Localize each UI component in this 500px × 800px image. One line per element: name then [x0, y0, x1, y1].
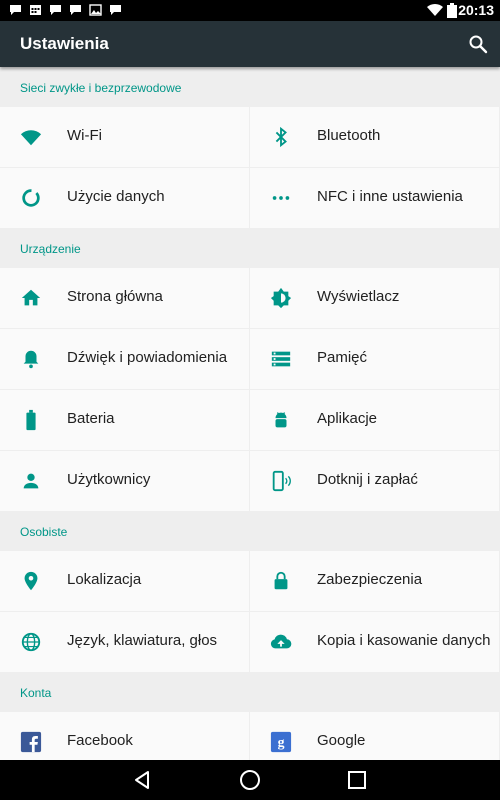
setting-apps[interactable]: Aplikacje: [250, 390, 499, 450]
setting-label: NFC i inne ustawienia: [317, 188, 463, 205]
chat-icon: [70, 5, 81, 15]
search-icon[interactable]: [468, 34, 488, 54]
user-icon: [23, 473, 39, 489]
chat-icon: [110, 5, 121, 15]
back-icon[interactable]: [131, 769, 153, 791]
setting-label: Strona główna: [67, 288, 163, 305]
setting-location[interactable]: Lokalizacja: [0, 551, 249, 611]
svg-text:g: g: [278, 735, 285, 750]
account-google[interactable]: g Google: [250, 712, 499, 760]
setting-label: Dźwięk i powiadomienia: [67, 349, 228, 366]
setting-home[interactable]: Strona główna: [0, 268, 249, 328]
section-title: Osobiste: [20, 525, 68, 539]
setting-sound[interactable]: Dźwięk i powiadomienia: [0, 329, 249, 389]
wifi-signal-icon: [427, 3, 443, 16]
setting-users[interactable]: Użytkownicy: [0, 451, 249, 511]
section-title: Urządzenie: [20, 242, 81, 256]
battery-status-icon: [447, 3, 457, 18]
cloud-upload-icon: [270, 634, 292, 649]
setting-backup[interactable]: Kopia i kasowanie danych: [250, 612, 499, 672]
battery-icon: [26, 409, 36, 431]
setting-label: Lokalizacja: [67, 571, 142, 588]
setting-nfc-more[interactable]: NFC i inne ustawienia: [250, 168, 499, 228]
setting-label: Google: [317, 732, 366, 749]
google-icon: g: [270, 731, 292, 753]
status-bar: 20:13: [0, 0, 500, 21]
bell-icon: [23, 350, 39, 369]
calendar-icon: [30, 5, 41, 15]
section-header-device: Urządzenie: [0, 228, 500, 268]
account-facebook[interactable]: Facebook: [0, 712, 249, 760]
setting-tap-pay[interactable]: Dotknij i zapłać: [250, 451, 499, 511]
home-circle-icon[interactable]: [239, 769, 261, 791]
setting-display[interactable]: Wyświetlacz: [250, 268, 499, 328]
section-header-personal: Osobiste: [0, 511, 500, 551]
settings-list: Sieci zwykłe i bezprzewodowe Wi-Fi Bluet…: [0, 67, 500, 760]
more-icon: [272, 196, 290, 200]
setting-security[interactable]: Zabezpieczenia: [250, 551, 499, 611]
setting-wifi[interactable]: Wi-Fi: [0, 107, 249, 167]
setting-label: Kopia i kasowanie danych: [317, 632, 491, 649]
setting-label: Pamięć: [317, 349, 368, 366]
setting-language[interactable]: Język, klawiatura, głos: [0, 612, 249, 672]
section-title: Konta: [20, 686, 52, 700]
data-usage-icon: [22, 189, 40, 207]
status-time: 20:13: [458, 2, 494, 18]
setting-storage[interactable]: Pamięć: [250, 329, 499, 389]
section-title: Sieci zwykłe i bezprzewodowe: [20, 81, 182, 95]
chat-icon: [50, 5, 61, 15]
tap-pay-icon: [272, 470, 291, 492]
lock-icon: [274, 571, 288, 590]
setting-label: Użytkownicy: [67, 471, 151, 488]
wifi-icon: [20, 130, 42, 146]
storage-icon: [271, 351, 291, 367]
brightness-icon: [270, 287, 292, 309]
app-toolbar: Ustawienia: [0, 21, 500, 67]
setting-bluetooth[interactable]: Bluetooth: [250, 107, 499, 167]
page-title: Ustawienia: [20, 34, 109, 53]
image-icon: [89, 4, 102, 16]
setting-label: Zabezpieczenia: [317, 571, 423, 588]
facebook-icon: [20, 731, 42, 753]
setting-battery[interactable]: Bateria: [0, 390, 249, 450]
setting-label: Użycie danych: [67, 188, 165, 205]
setting-label: Aplikacje: [317, 410, 378, 427]
chat-icon: [10, 5, 21, 15]
setting-label: Dotknij i zapłać: [317, 471, 418, 488]
navigation-bar: [0, 760, 500, 800]
setting-label: Wyświetlacz: [317, 288, 400, 305]
section-header-wireless: Sieci zwykłe i bezprzewodowe: [0, 67, 500, 107]
setting-label: Facebook: [67, 732, 133, 749]
setting-label: Bluetooth: [317, 127, 381, 144]
setting-label: Język, klawiatura, głos: [67, 632, 218, 649]
setting-data-usage[interactable]: Użycie danych: [0, 168, 249, 228]
recents-icon[interactable]: [346, 769, 368, 791]
home-icon: [21, 289, 41, 306]
bluetooth-icon: [275, 126, 287, 148]
setting-label: Wi-Fi: [67, 127, 102, 144]
location-icon: [24, 571, 38, 591]
globe-icon: [21, 632, 41, 652]
android-icon: [275, 412, 287, 428]
setting-label: Bateria: [67, 410, 115, 427]
section-header-accounts: Konta: [0, 672, 500, 712]
